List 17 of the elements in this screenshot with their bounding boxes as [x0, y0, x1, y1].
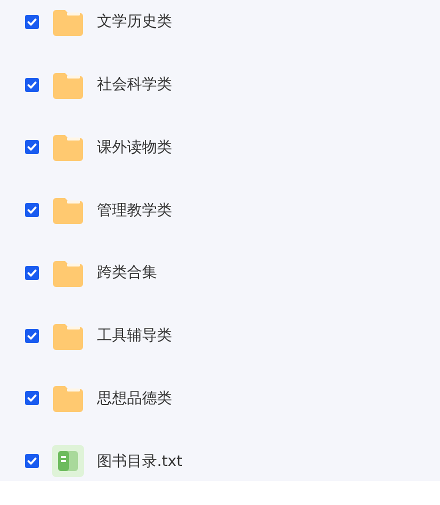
file-name[interactable]: 图书目录.txt [97, 452, 182, 471]
checkbox[interactable] [25, 391, 39, 406]
checkbox[interactable] [25, 78, 39, 92]
file-name[interactable]: 课外读物类 [97, 138, 172, 157]
file-name[interactable]: 社会科学类 [97, 75, 172, 94]
file-name[interactable]: 思想品德类 [97, 388, 172, 408]
file-name[interactable]: 工具辅导类 [97, 326, 172, 346]
file-name[interactable]: 管理教学类 [97, 200, 172, 220]
checkbox[interactable] [25, 266, 39, 280]
document-icon [52, 445, 84, 478]
checkbox[interactable] [25, 14, 39, 29]
checkbox[interactable] [25, 328, 39, 343]
file-name[interactable]: 文学历史类 [97, 12, 172, 32]
checkbox[interactable] [25, 454, 39, 468]
checkbox[interactable] [25, 140, 39, 154]
checkbox[interactable] [25, 203, 39, 218]
file-name[interactable]: 跨类合集 [97, 263, 157, 282]
